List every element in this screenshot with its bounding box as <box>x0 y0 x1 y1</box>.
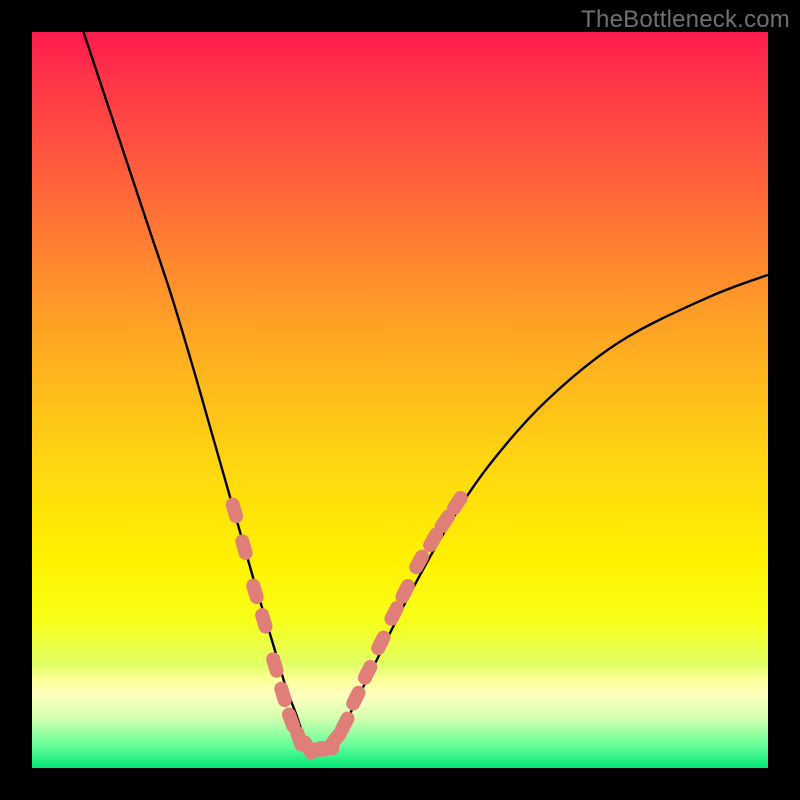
watermark-text: TheBottleneck.com <box>581 6 790 34</box>
curve-marker <box>344 683 368 713</box>
bottleneck-curve <box>84 32 768 751</box>
chart-frame: TheBottleneck.com <box>0 0 800 800</box>
marker-group <box>224 488 470 762</box>
curve-marker <box>273 680 294 709</box>
curve-marker <box>224 496 245 525</box>
curve-marker <box>245 577 266 606</box>
curve-marker <box>234 533 255 562</box>
plot-area <box>32 32 768 768</box>
curve-marker <box>253 606 274 635</box>
curve-layer <box>32 32 768 768</box>
